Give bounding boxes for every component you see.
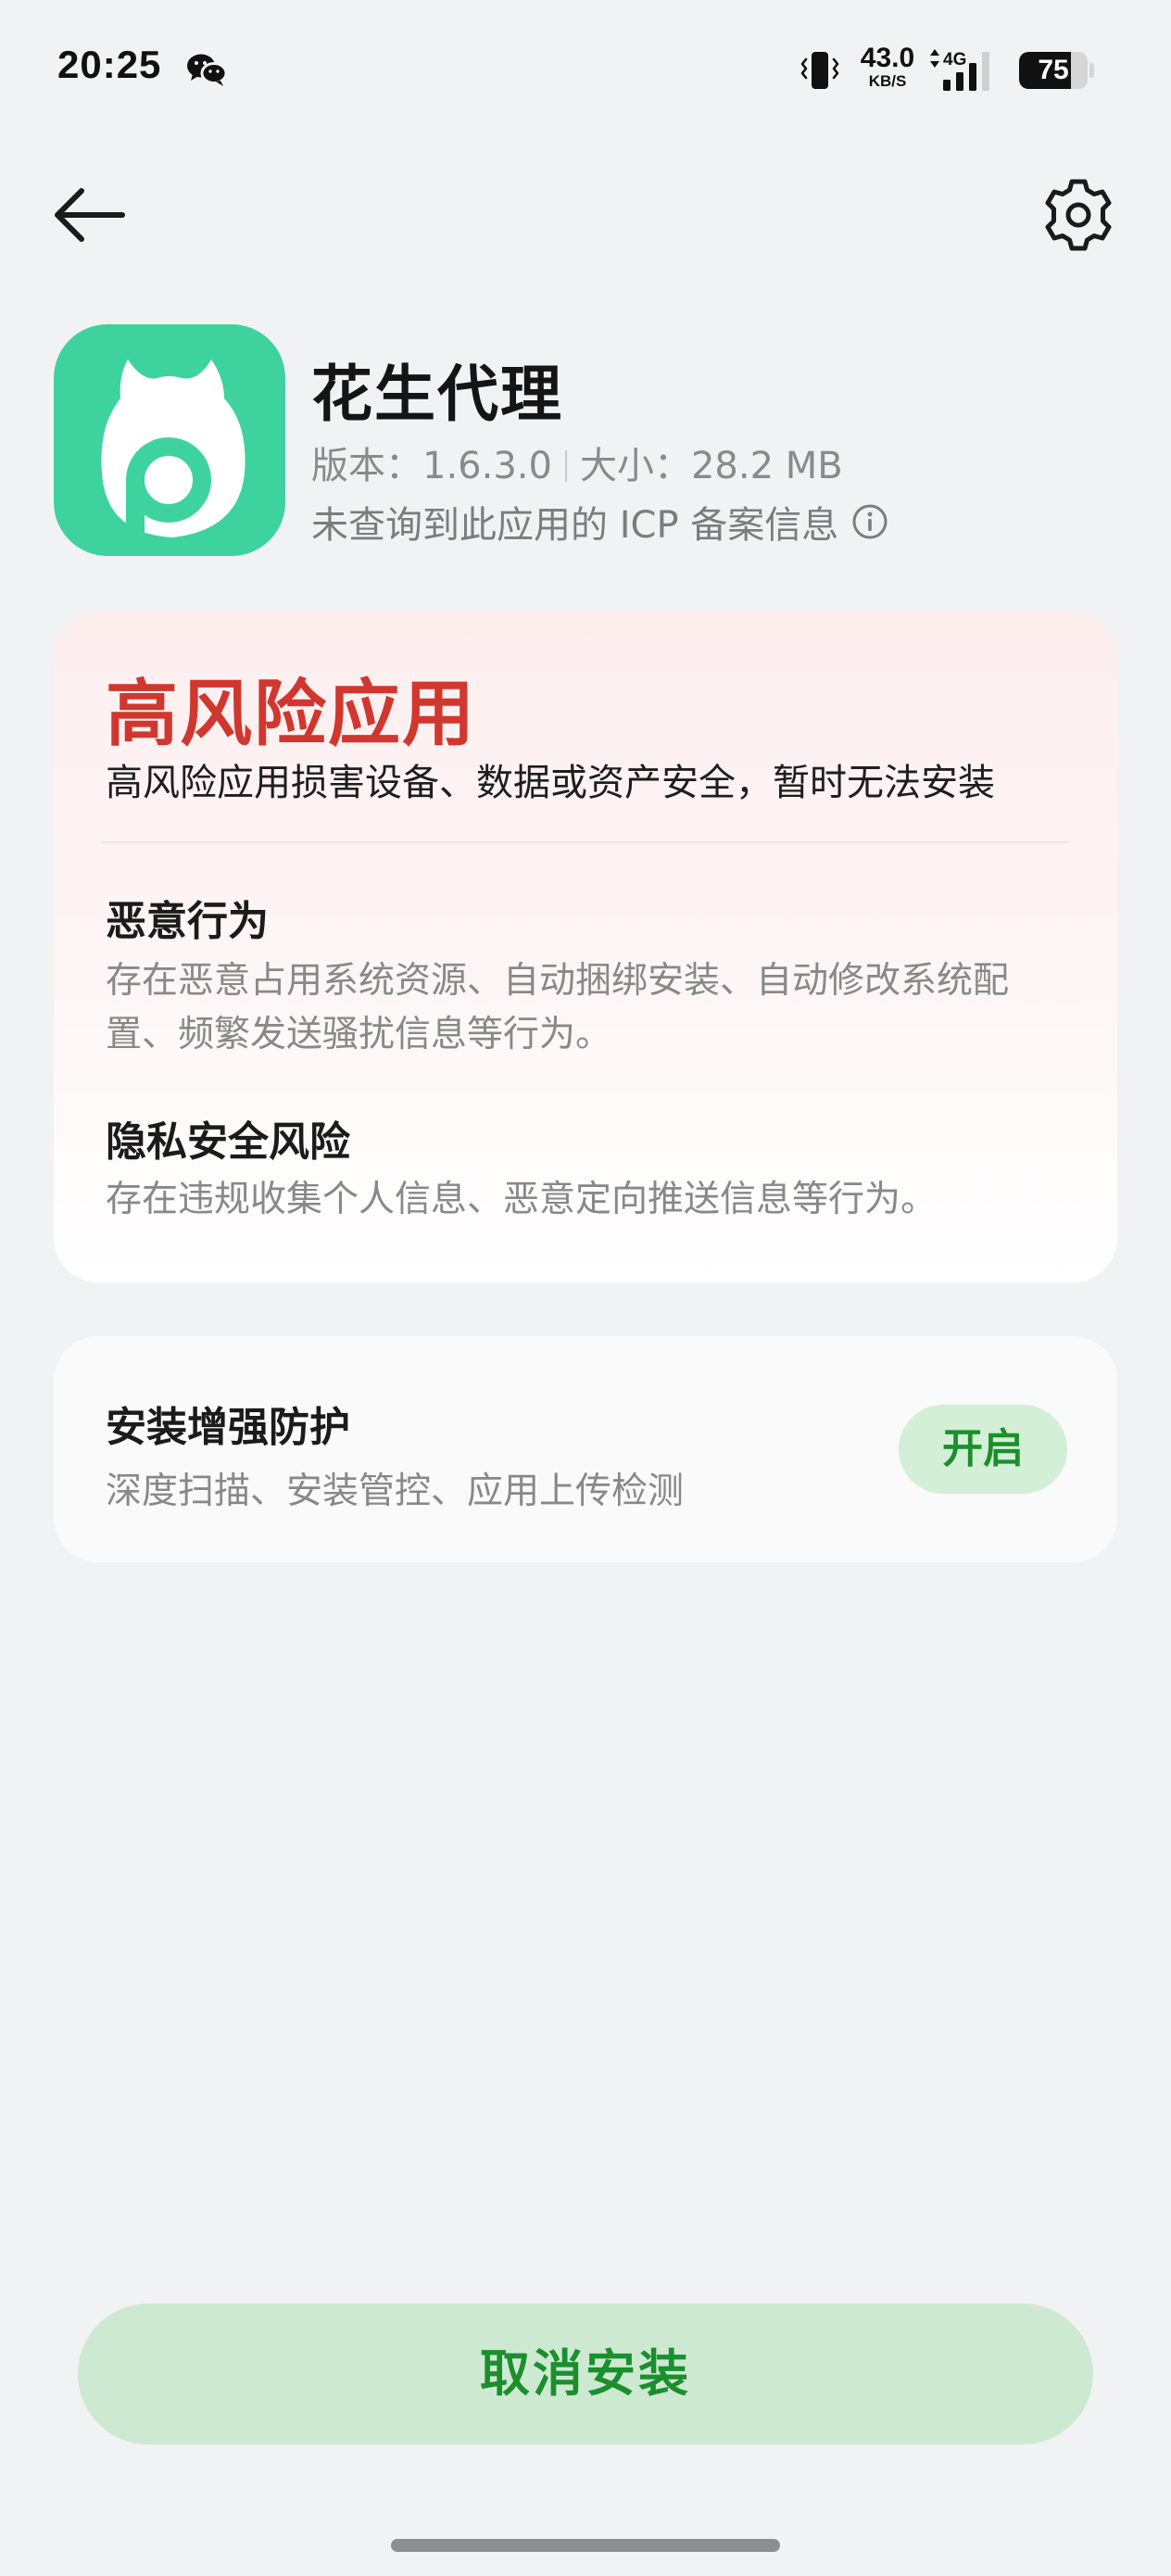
arrow-left-icon [55, 188, 125, 242]
vibrate-icon [800, 52, 839, 89]
peanut-logo-icon [101, 360, 246, 539]
risk-item-description: 存在恶意占用系统资源、自动捆绑安装、自动修改系统配置、频繁发送骚扰信息等行为。 [106, 960, 1010, 1055]
status-bar: 20:25 43.0 KB/S 4G 75 [0, 0, 1171, 139]
signal-icon: 4G [930, 49, 989, 91]
info-icon[interactable] [851, 503, 888, 540]
enable-protection-button[interactable]: 开启 [899, 1405, 1067, 1494]
battery-icon: 75 [1019, 52, 1094, 89]
risk-item-title: 恶意行为 [106, 898, 269, 945]
back-button[interactable] [48, 178, 130, 252]
app-name: 花生代理 [311, 359, 563, 430]
protection-description: 深度扫描、安装管控、应用上传检测 [106, 1471, 685, 1512]
app-icon [54, 324, 285, 556]
icp-text: 未查询到此应用的 ICP 备案信息 [311, 504, 839, 547]
net-speed: 43.0 KB/S [852, 43, 923, 90]
battery-level: 75 [1038, 55, 1069, 85]
risk-item-title: 隐私安全风险 [106, 1118, 350, 1166]
home-indicator[interactable] [391, 2539, 780, 2552]
risk-title: 高风险应用 [106, 673, 477, 756]
status-time: 20:25 [57, 43, 162, 86]
settings-button[interactable] [1039, 176, 1117, 254]
network-type: 4G [943, 50, 966, 69]
net-speed-unit: KB/S [868, 72, 907, 90]
gear-icon [1045, 179, 1112, 251]
risk-card: 高风险应用 高风险应用损害设备、数据或资产安全，暂时无法安装 恶意行为 存在恶意… [54, 612, 1117, 1282]
risk-subtitle: 高风险应用损害设备、数据或资产安全，暂时无法安装 [106, 762, 995, 804]
wechat-icon [187, 54, 228, 86]
app-size: 大小：28.2 MB [579, 445, 843, 487]
net-speed-value: 43.0 [860, 43, 915, 73]
risk-item-description: 存在违规收集个人信息、恶意定向推送信息等行为。 [106, 1179, 938, 1220]
app-version: 版本：1.6.3.0 [311, 445, 552, 487]
divider [102, 841, 1069, 843]
protection-title: 安装增强防护 [106, 1404, 350, 1451]
protection-card: 安装增强防护 深度扫描、安装管控、应用上传检测 开启 [54, 1336, 1117, 1562]
icp-info[interactable]: 未查询到此应用的 ICP 备案信息 [311, 495, 888, 549]
cancel-install-button[interactable]: 取消安装 [78, 2304, 1093, 2444]
app-meta: 版本：1.6.3.0 大小：28.2 MB [311, 436, 843, 489]
